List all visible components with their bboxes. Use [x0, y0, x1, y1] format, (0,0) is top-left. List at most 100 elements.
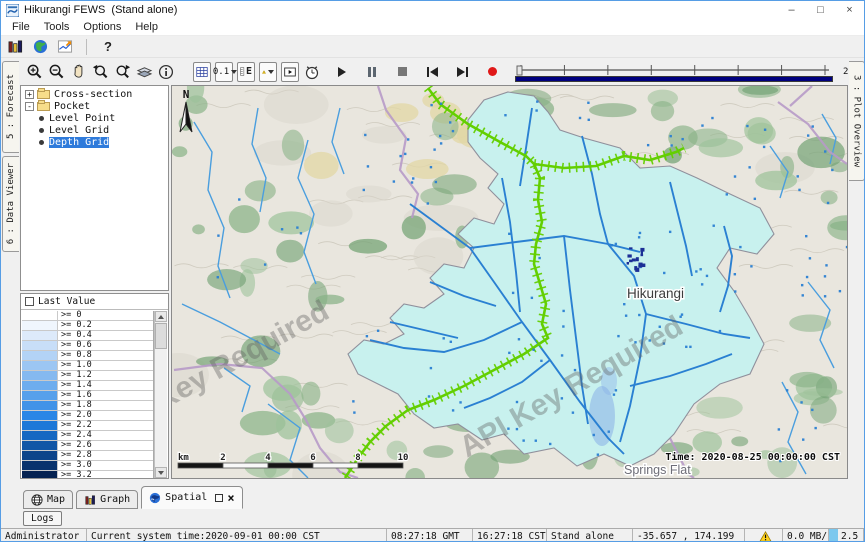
legend-value-label: >= 2.2	[58, 421, 92, 430]
menu-tools[interactable]: Tools	[37, 21, 77, 33]
tree-item-label: Pocket	[54, 101, 90, 112]
skip-to-end-button[interactable]	[453, 62, 471, 82]
zoom-in-icon	[26, 63, 43, 80]
tab-map[interactable]: Map	[23, 490, 73, 509]
last-value-option[interactable]: Last Value	[21, 294, 168, 310]
legend-color-swatch	[22, 391, 58, 400]
tab-label: Map	[47, 494, 65, 505]
main-toolbar: ?	[1, 36, 864, 58]
legend-row: >= 3.2	[22, 471, 153, 479]
threshold-dropdown[interactable]: 0.1	[215, 62, 233, 82]
animation-icon	[284, 65, 296, 79]
tree-item-depth-grid[interactable]: Depth Grid	[21, 136, 168, 148]
legend-value-label: >= 2.0	[58, 411, 92, 420]
legend-value-label: >= 3.2	[58, 471, 92, 479]
legend-value-label: >= 2.4	[58, 431, 92, 440]
skip-to-start-button[interactable]	[423, 62, 441, 82]
legend-value-label: >= 2.6	[58, 441, 92, 450]
legend-value-label: >= 1.4	[58, 381, 92, 390]
scrollbar-thumb[interactable]	[155, 323, 167, 349]
record-button[interactable]	[483, 62, 501, 82]
menu-help[interactable]: Help	[128, 21, 165, 33]
layers-button[interactable]	[135, 62, 153, 82]
status-mode: Stand alone	[547, 529, 633, 542]
logs-button[interactable]: Logs	[23, 511, 62, 526]
tree-item-level-point[interactable]: Level Point	[21, 112, 168, 124]
maximize-button[interactable]: □	[806, 1, 835, 19]
playback-controls	[333, 62, 501, 82]
globe-blue-icon	[149, 492, 161, 504]
map-display-button[interactable]	[31, 37, 49, 57]
expander-icon[interactable]: +	[25, 90, 34, 99]
tree-item-label: Level Point	[49, 113, 115, 124]
legend-color-swatch	[22, 401, 58, 410]
pan-button[interactable]	[69, 62, 87, 82]
scale-tick-label: 6	[310, 453, 315, 463]
zoom-previous-icon	[92, 63, 109, 80]
expander-icon[interactable]: -	[25, 102, 34, 111]
menu-options[interactable]: Options	[76, 21, 128, 33]
chevron-down-icon	[268, 70, 274, 74]
legend-value-label: >= 1.0	[58, 361, 92, 370]
node-bullet-icon	[39, 140, 44, 145]
animation-button[interactable]	[281, 62, 299, 82]
timer-button[interactable]	[303, 62, 321, 82]
tab-spatial[interactable]: Spatial ×	[141, 486, 242, 509]
maximize-pane-icon[interactable]	[215, 494, 223, 502]
last-value-checkbox[interactable]	[25, 297, 34, 306]
close-pane-icon[interactable]: ×	[227, 493, 234, 503]
tree-item-cross-section[interactable]: +Cross-section	[21, 88, 168, 100]
zoom-next-button[interactable]	[113, 62, 131, 82]
app-window: Hikurangi FEWS (Stand alone) – □ × FileT…	[0, 0, 865, 542]
vertical-profile-button[interactable]: E	[237, 62, 255, 82]
status-download-speed: 0.0 MB/s	[783, 529, 829, 542]
tab-data-viewer[interactable]: 6 : Data Viewer	[2, 156, 19, 252]
timeseries-dialog-button[interactable]	[56, 37, 74, 57]
warning-dropdown[interactable]	[259, 62, 277, 82]
legend-scrollbar[interactable]	[154, 311, 167, 478]
tree-item-pocket[interactable]: - Pocket	[21, 100, 168, 112]
status-gmt-time: 08:27:18 GMT	[387, 529, 473, 542]
zoom-out-button[interactable]	[47, 62, 65, 82]
legend-panel: Last Value >= 0>= 0.2>= 0.4>= 0.6>= 0.8>…	[20, 293, 169, 479]
pause-button[interactable]	[363, 62, 381, 82]
play-button[interactable]	[333, 62, 351, 82]
warning-icon[interactable]	[759, 531, 772, 542]
legend-value-label: >= 0	[58, 311, 81, 320]
place-label-hikurangi: Hikurangi	[627, 286, 684, 301]
info-button[interactable]	[157, 62, 175, 82]
scroll-down-icon[interactable]	[155, 467, 167, 478]
legend-color-swatch	[22, 361, 58, 370]
stop-icon	[398, 67, 407, 76]
tree-item-label: Level Grid	[49, 125, 109, 136]
status-local-time: 16:27:18 CST	[473, 529, 547, 542]
time-slider[interactable]	[515, 62, 833, 82]
legend-value-label: >= 1.8	[58, 401, 92, 410]
place-label-springs-flat: Springs Flat	[624, 463, 691, 477]
close-button[interactable]: ×	[835, 1, 864, 19]
zoom-in-button[interactable]	[25, 62, 43, 82]
legend-color-swatch	[22, 421, 58, 430]
zoom-previous-button[interactable]	[91, 62, 109, 82]
legend-color-swatch	[22, 371, 58, 380]
stop-button[interactable]	[393, 62, 411, 82]
tab-forecast[interactable]: 5 : Forecast	[2, 61, 19, 153]
menu-file[interactable]: File	[5, 21, 37, 33]
tab-label: Spatial	[165, 492, 207, 503]
globe-icon	[33, 39, 48, 54]
tree-item-level-grid[interactable]: Level Grid	[21, 124, 168, 136]
scroll-up-icon[interactable]	[155, 311, 167, 322]
tab-graph[interactable]: Graph	[76, 490, 138, 509]
tab-plot-overview[interactable]: 3 : Plot Overview	[849, 61, 865, 181]
map-view[interactable]: API Key Required API Key Required Hikura…	[171, 85, 848, 479]
help-button[interactable]: ?	[99, 37, 117, 57]
legend-color-swatch	[22, 471, 58, 479]
grid-display-button[interactable]	[193, 62, 211, 82]
tree-item-label: Depth Grid	[49, 137, 109, 148]
left-tab-strip: 5 : Forecast 6 : Data Viewer	[2, 61, 19, 481]
legend-value-label: >= 0.8	[58, 351, 92, 360]
time-slider-track[interactable]	[515, 62, 833, 76]
archive-button[interactable]	[6, 37, 24, 57]
minimize-button[interactable]: –	[777, 1, 806, 19]
scale-tick-label: 4	[265, 453, 271, 463]
